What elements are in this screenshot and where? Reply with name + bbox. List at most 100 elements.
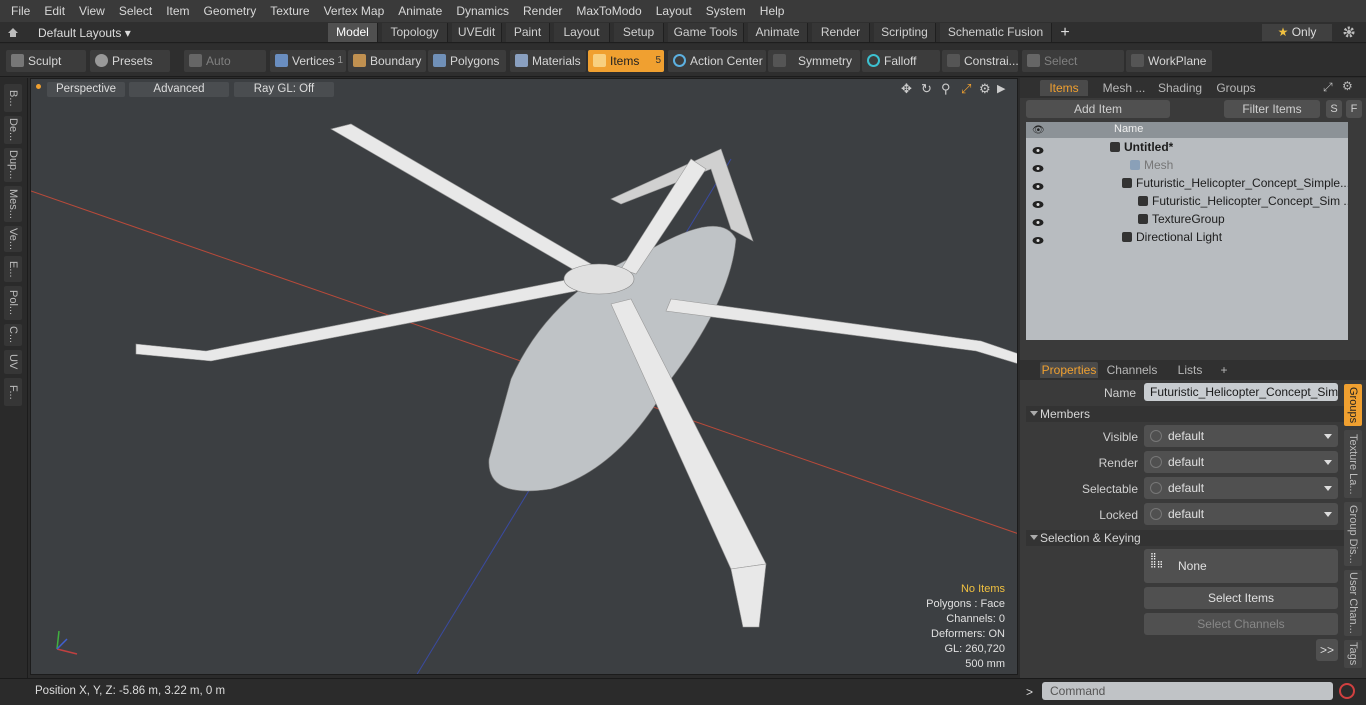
right-tab-user-chan-[interactable]: User Chan... [1344,570,1362,636]
menu-animate[interactable]: Animate [391,0,449,22]
menu-system[interactable]: System [699,0,753,22]
visible-dropdown[interactable]: default [1144,425,1338,447]
tree-row[interactable]: Futuristic_Helicopter_Concept_Sim ... [1026,192,1348,210]
left-tab-2[interactable]: Dup... [4,148,22,182]
render-dropdown[interactable]: default [1144,451,1338,473]
selection-keying-section[interactable]: Selection & Keying [1026,530,1358,546]
menu-view[interactable]: View [72,0,112,22]
left-tab-0[interactable]: B... [4,84,22,112]
menu-help[interactable]: Help [753,0,792,22]
tab-paint[interactable]: Paint [506,23,550,42]
tab-properties[interactable]: Properties [1040,362,1098,378]
move-view-icon[interactable]: ✥ [901,82,915,96]
tab-game-tools[interactable]: Game Tools [668,23,744,42]
filter-items-input[interactable]: Filter Items [1224,100,1320,118]
left-tab-1[interactable]: De... [4,116,22,144]
left-tab-7[interactable]: C... [4,324,22,346]
action-center-button[interactable]: Action Center [668,50,766,72]
members-section[interactable]: Members [1026,406,1358,422]
tree-row[interactable]: Untitled* [1026,138,1348,156]
menu-dynamics[interactable]: Dynamics [449,0,516,22]
perspective-button[interactable]: Perspective [47,82,125,97]
eye-icon[interactable] [1032,142,1044,154]
left-tab-4[interactable]: Ve... [4,226,22,252]
tree-row[interactable]: Futuristic_Helicopter_Concept_Simple... [1026,174,1348,192]
tree-row[interactable]: Directional Light [1026,228,1348,246]
tab-animate[interactable]: Animate [748,23,808,42]
tree-row[interactable]: TextureGroup [1026,210,1348,228]
tab-render[interactable]: Render [812,23,870,42]
tab-items[interactable]: Items [1040,80,1088,96]
menu-geometry[interactable]: Geometry [197,0,264,22]
home-icon[interactable] [6,25,22,39]
zoom-view-icon[interactable]: ⚲ [941,82,955,96]
items-button[interactable]: Items 5 [588,50,664,72]
tab-topology[interactable]: Topology [382,23,448,42]
tab-schematic-fusion[interactable]: Schematic Fusion [940,23,1052,42]
menu-edit[interactable]: Edit [37,0,72,22]
select-channels-button[interactable]: Select Channels [1144,613,1338,635]
eye-icon[interactable] [1032,160,1044,172]
none-button[interactable]: ⠿ ⠿⠿ None [1144,549,1338,583]
presets-button[interactable]: Presets [90,50,170,72]
menu-layout[interactable]: Layout [649,0,699,22]
more-button[interactable]: >> [1316,639,1338,661]
tab-uvedit[interactable]: UVEdit [452,23,502,42]
tab-lists[interactable]: Lists [1170,362,1210,378]
left-tab-8[interactable]: UV [4,350,22,374]
tab-channels[interactable]: Channels [1104,362,1160,378]
right-tab-texture-la-[interactable]: Texture La... [1344,430,1362,498]
left-tab-6[interactable]: Pol... [4,286,22,320]
tree-row[interactable]: Mesh [1026,156,1348,174]
menu-maxtomodo[interactable]: MaxToModo [569,0,648,22]
eye-icon[interactable] [1032,196,1044,208]
command-input[interactable]: Command [1042,682,1333,700]
tab-mesh[interactable]: Mesh ... [1094,80,1154,96]
only-toggle[interactable]: ★ Only [1262,24,1332,41]
menu-vertex-map[interactable]: Vertex Map [317,0,392,22]
record-icon[interactable] [1339,683,1355,699]
name-field[interactable]: Futuristic_Helicopter_Concept_Simple [1144,383,1338,401]
f-button[interactable]: F [1346,100,1362,118]
left-tab-3[interactable]: Mes... [4,186,22,222]
rotate-view-icon[interactable]: ↻ [921,82,935,96]
menu-select[interactable]: Select [112,0,159,22]
materials-button[interactable]: Materials [510,50,586,72]
vertices-button[interactable]: Vertices 1 [270,50,346,72]
s-button[interactable]: S [1326,100,1342,118]
viewport-gear-icon[interactable]: ⚙ [979,82,993,96]
tab-setup[interactable]: Setup [614,23,664,42]
gear-icon[interactable] [1342,25,1358,41]
menu-file[interactable]: File [4,0,37,22]
tab-layout[interactable]: Layout [554,23,610,42]
menu-render[interactable]: Render [516,0,569,22]
add-layout-button[interactable]: + [1056,23,1074,42]
right-tab-tags[interactable]: Tags [1344,640,1362,668]
eye-icon[interactable] [1032,214,1044,226]
menu-item[interactable]: Item [159,0,196,22]
boundary-button[interactable]: Boundary [348,50,426,72]
right-tab-group-dis-[interactable]: Group Dis... [1344,502,1362,566]
panel-gear-icon[interactable]: ⚙ [1342,79,1353,93]
layout-selector[interactable]: Default Layouts ▾ [38,25,131,41]
raygl-button[interactable]: Ray GL: Off [234,82,334,97]
3d-viewport[interactable]: Perspective Advanced Ray GL: Off ✥ ↻ ⚲ ⤢… [30,78,1018,675]
advanced-button[interactable]: Advanced [129,82,229,97]
constraints-button[interactable]: Constrai... [942,50,1019,72]
right-tab-groups[interactable]: Groups [1344,384,1362,426]
viewport-menu-arrow-icon[interactable]: ▶ [997,82,1011,96]
select-through-button[interactable]: Select Through [1022,50,1124,90]
tab-groups[interactable]: Groups [1204,80,1268,96]
falloff-button[interactable]: Falloff [862,50,940,72]
eye-icon[interactable] [1032,178,1044,190]
tab-model[interactable]: Model [328,23,378,42]
symmetry-button[interactable]: Symmetry [768,50,860,72]
left-tab-9[interactable]: F... [4,378,22,406]
menu-texture[interactable]: Texture [263,0,316,22]
select-items-button[interactable]: Select Items [1144,587,1338,609]
workplane-button[interactable]: WorkPlane [1126,50,1212,72]
auto-select-button[interactable]: Auto Select [184,50,266,90]
add-tab-button[interactable]: + [1216,362,1232,378]
selectable-dropdown[interactable]: default [1144,477,1338,499]
eye-icon[interactable] [1032,232,1044,244]
